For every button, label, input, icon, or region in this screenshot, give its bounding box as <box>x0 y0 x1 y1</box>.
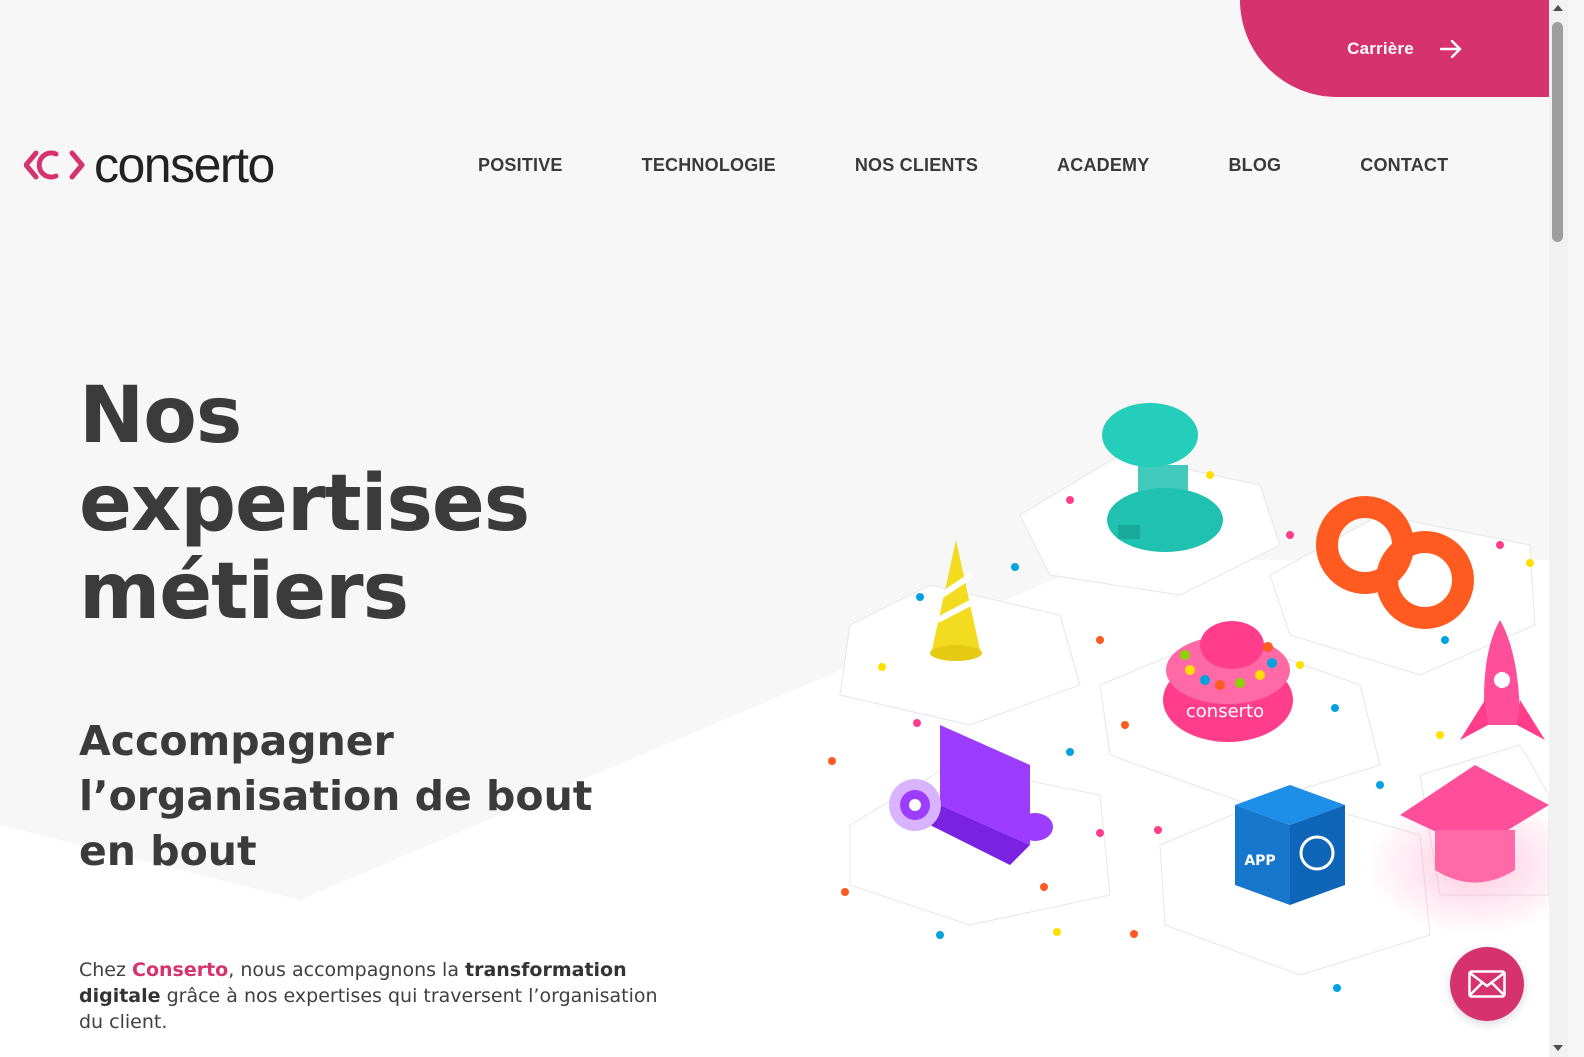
intro-text: grâce à nos expertises qui traversent l’… <box>79 985 658 1033</box>
nav-positive[interactable]: POSITIVE <box>478 155 563 176</box>
logo-text: conserto <box>94 137 275 193</box>
title-line: métiers <box>79 547 409 637</box>
subtitle-line: en bout <box>79 827 257 875</box>
scroll-up-icon[interactable] <box>1553 5 1563 11</box>
career-button[interactable]: Carrière <box>1240 0 1549 97</box>
title-line: Nos <box>79 371 242 461</box>
subtitle-line: Accompagner <box>79 717 394 765</box>
intro-text: , nous accompagnons la <box>228 959 466 981</box>
nav-technologie[interactable]: TECHNOLOGIE <box>642 155 776 176</box>
piggy-bank: conserto <box>1163 621 1293 742</box>
nav-academy[interactable]: ACADEMY <box>1057 155 1149 176</box>
cube-label: APP <box>1244 853 1275 869</box>
title-line: expertises <box>79 459 530 549</box>
career-label: Carrière <box>1347 38 1414 58</box>
main-nav: POSITIVE TECHNOLOGIE NOS CLIENTS ACADEMY… <box>478 155 1448 176</box>
scroll-down-icon[interactable] <box>1553 1045 1563 1051</box>
nav-blog[interactable]: BLOG <box>1228 155 1281 176</box>
hero-illustration: conserto APP <box>828 403 1549 992</box>
page-subtitle: Accompagner l’organisation de bout en bo… <box>79 714 619 879</box>
intro-paragraph: Chez Conserto, nous accompagnons la tran… <box>79 957 659 1035</box>
logo[interactable]: conserto <box>24 137 275 193</box>
intro-text: Chez <box>79 959 133 981</box>
subtitle-line: l’organisation de bout <box>79 772 593 820</box>
arrow-right-icon <box>1439 39 1462 58</box>
intro-brand: Conserto <box>132 959 229 981</box>
mail-icon <box>1468 970 1506 998</box>
nav-contact[interactable]: CONTACT <box>1360 155 1448 176</box>
scrollbar[interactable] <box>1549 0 1568 1057</box>
contact-mail-button[interactable] <box>1450 947 1524 1021</box>
blue-cube: APP <box>1235 785 1345 905</box>
nav-nos-clients[interactable]: NOS CLIENTS <box>855 155 978 176</box>
logo-mark-icon <box>24 150 85 180</box>
page-title: Nos expertises métiers <box>79 371 530 637</box>
bowl-label: conserto <box>1186 701 1264 722</box>
scroll-thumb[interactable] <box>1552 22 1563 242</box>
graduation-cap <box>1365 765 1549 935</box>
